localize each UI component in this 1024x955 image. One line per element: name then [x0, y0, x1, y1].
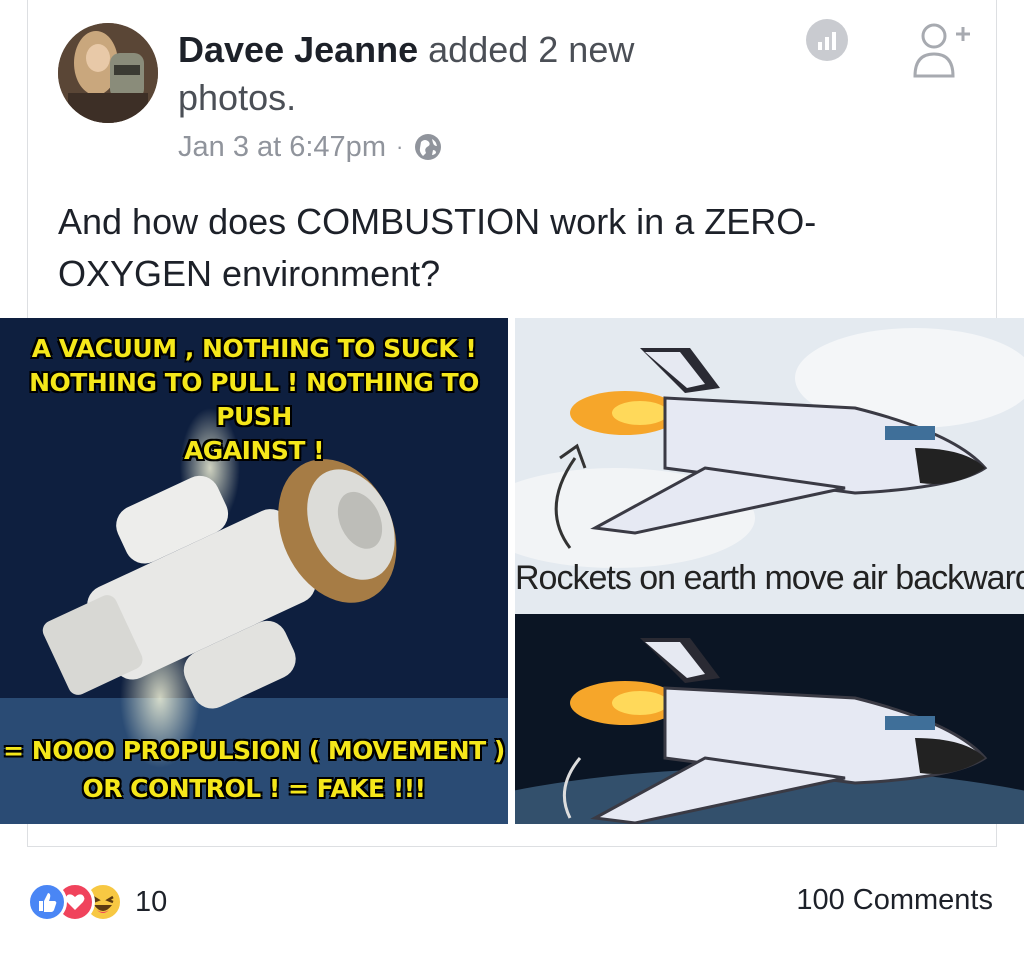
add-friend-icon[interactable]	[912, 18, 974, 78]
avatar-image	[58, 23, 158, 123]
author-name[interactable]: Davee Jeanne	[178, 29, 418, 70]
reaction-count: 10	[135, 885, 168, 918]
insights-icon[interactable]	[805, 18, 849, 62]
post-meta: Jan 3 at 6:47pm ·	[178, 127, 443, 167]
meta-separator: ·	[395, 134, 404, 159]
photo-caption: Rockets on earth move air backwards	[515, 559, 1024, 597]
meme-bottom-text: = NOOO PROPULSION ( MOVEMENT ) OR CONTRO…	[0, 732, 508, 808]
meme-bottom-line: = NOOO PROPULSION ( MOVEMENT )	[3, 736, 505, 765]
photo-right[interactable]: Rockets on earth move air backwards	[515, 318, 1024, 824]
meme-bottom-line: OR CONTROL ! = FAKE !!!	[82, 774, 426, 803]
reactions-summary[interactable]: 10	[27, 880, 167, 924]
meme-top-text: A VACUUM , NOTHING TO SUCK ! NOTHING TO …	[0, 332, 508, 468]
photo-left[interactable]: A VACUUM , NOTHING TO SUCK ! NOTHING TO …	[0, 318, 508, 824]
meme-top-line: NOTHING TO PULL ! NOTHING TO PUSH	[29, 368, 479, 431]
avatar[interactable]	[58, 23, 158, 123]
post-timestamp[interactable]: Jan 3 at 6:47pm	[178, 131, 386, 164]
meme-top-line: AGAINST !	[183, 436, 325, 465]
comments-count-link[interactable]: 100 Comments	[796, 884, 993, 917]
globe-icon	[415, 134, 442, 160]
meme-top-line: A VACUUM , NOTHING TO SUCK !	[31, 334, 477, 363]
post-text: And how does COMBUSTION work in a ZERO-O…	[58, 201, 817, 294]
post-header-text: Davee Jeanne added 2 new photos.	[178, 26, 738, 122]
like-reaction-icon	[27, 882, 67, 922]
